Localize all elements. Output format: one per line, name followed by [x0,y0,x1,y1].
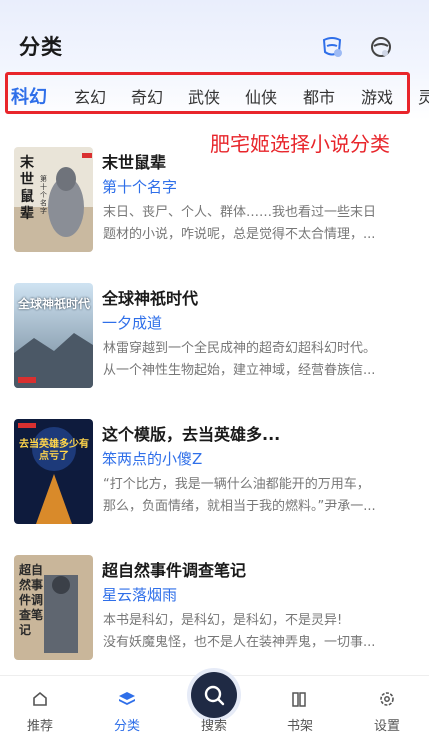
desc-line-2: 题材的小说，咋说呢，总是觉得不太合情理，... [103,227,376,242]
nav-settings[interactable]: 设置 [352,676,422,737]
nav-label-search: 搜索 [200,719,227,734]
desc-line-1: 末日、丧尸、个人、群体……我也看过一些末日 [103,205,377,220]
nav-label: 书架 [286,719,313,734]
book-title[interactable]: 这个模版，去当英雄多... [102,421,412,445]
book-description: 本书是科幻，是科幻，是科幻，不是灵异! 没有妖魔鬼怪，也不是人在装神弄鬼，一切事… [103,610,405,654]
book-author[interactable]: 星云落烟雨 [102,584,177,605]
tab-scifi[interactable]: 科幻 [11,81,47,115]
cover-title: 全球神祇时代 [18,297,91,311]
nav-label: 分类 [113,719,140,734]
nav-label: 设置 [373,719,400,734]
page-title: 分类 [19,35,63,59]
home-icon [31,690,49,708]
face-icon[interactable] [369,34,395,60]
desc-line-2: 那么，负面情绪，就相当于我的燃料。”尹承一... [103,499,376,514]
tab-fantasy[interactable]: 奇幻 [131,81,163,115]
desc-line-2: 没有妖魔鬼怪，也不是人在装神弄鬼，一切事... [103,635,376,650]
desc-line-1: 本书是科幻，是科幻，是科幻，不是灵异! [103,613,343,628]
tab-ling[interactable]: 灵 [418,81,429,115]
search-button[interactable] [191,672,237,718]
list-item[interactable]: 全球神祇时代 全球神祇时代 一夕成道 林雷穿越到一个全民成神的超奇幻超科幻时代。… [0,276,429,388]
shield-icon[interactable] [319,34,345,60]
list-item[interactable]: 超自然事件调查笔记 超自然事件调查笔记 星云落烟雨 本书是科幻，是科幻，是科幻，… [0,548,429,660]
book-author[interactable]: 第十个名字 [102,176,177,197]
cover-title: 超自然事件调查笔记 [19,563,44,637]
book-cover[interactable]: 全球神祇时代 [14,283,93,388]
tab-wuxia[interactable]: 武侠 [188,81,220,115]
gear-icon [378,690,396,708]
book-description: 末日、丧尸、个人、群体……我也看过一些末日 题材的小说，咋说呢，总是觉得不太合情… [103,202,405,246]
cover-author: 第十个名字 [40,175,47,215]
list-item[interactable]: 末世鼠辈 第十个名字 末世鼠辈 第十个名字 末日、丧尸、个人、群体……我也看过一… [0,140,429,252]
cover-title: 末世鼠辈 [20,155,34,222]
book-title[interactable]: 全球神祇时代 [102,285,412,309]
tab-game[interactable]: 游戏 [361,81,393,115]
tab-xuanhuan[interactable]: 玄幻 [74,81,106,115]
desc-line-2: 从一个神性生物起始，建立神域，经营眷族信... [103,363,376,378]
book-cover[interactable]: 超自然事件调查笔记 [14,555,93,660]
category-tabs: 科幻 玄幻 奇幻 武侠 仙侠 都市 游戏 灵 [0,81,429,115]
nav-category[interactable]: 分类 [92,676,162,737]
book-author[interactable]: 一夕成道 [102,312,162,333]
desc-line-1: 林雷穿越到一个全民成神的超奇幻超科幻时代。 [103,341,377,356]
list-item[interactable]: 去当英雄多少有点亏了 这个模版，去当英雄多... 笨两点的小傻Z “打个比方，我… [0,412,429,524]
search-icon [202,683,226,711]
cover-title: 去当英雄多少有点亏了 [19,439,89,462]
tab-xianxia[interactable]: 仙侠 [245,81,277,115]
book-title[interactable]: 末世鼠辈 [102,149,412,173]
nav-label: 推荐 [26,719,53,734]
layers-icon [118,690,136,708]
book-author[interactable]: 笨两点的小傻Z [102,448,202,469]
nav-bookshelf[interactable]: 书架 [265,676,335,737]
book-title[interactable]: 超自然事件调查笔记 [102,557,412,581]
tab-urban[interactable]: 都市 [303,81,335,115]
book-cover[interactable]: 去当英雄多少有点亏了 [14,419,93,524]
bookshelf-icon [291,690,309,708]
book-description: 林雷穿越到一个全民成神的超奇幻超科幻时代。 从一个神性生物起始，建立神域，经营眷… [103,338,405,382]
app-header: 分类 [0,0,429,70]
book-cover[interactable]: 末世鼠辈 第十个名字 [14,147,93,252]
nav-recommend[interactable]: 推荐 [5,676,75,737]
book-description: “打个比方，我是一辆什么油都能开的万用车， 那么，负面情绪，就相当于我的燃料。”… [103,474,405,518]
desc-line-1: “打个比方，我是一辆什么油都能开的万用车， [103,477,370,492]
